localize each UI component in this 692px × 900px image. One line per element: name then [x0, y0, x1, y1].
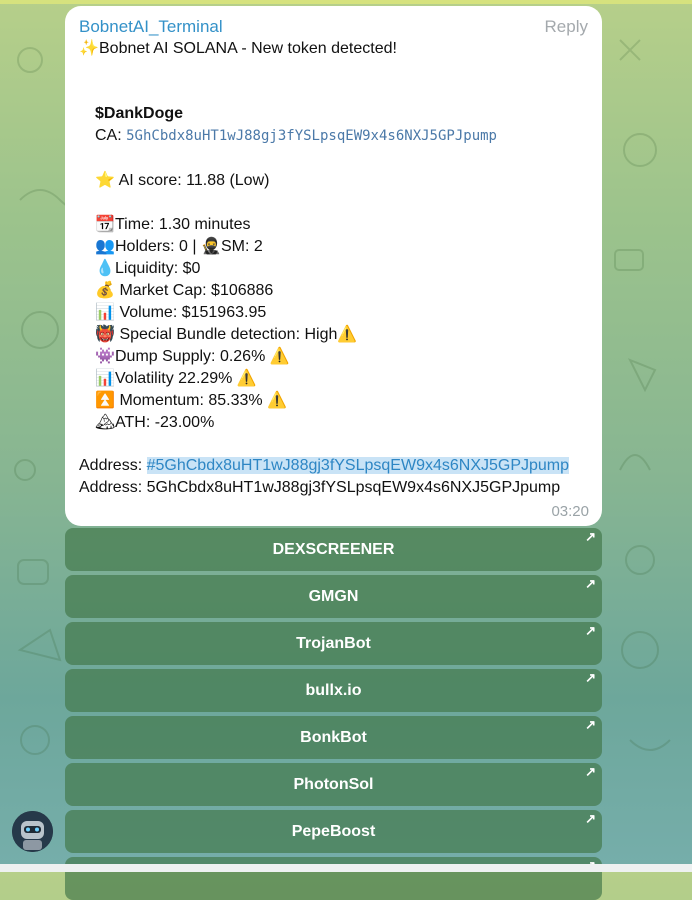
bundle-stat: Special Bundle detection: High [119, 326, 338, 343]
holders-stat: Holders: 0 | [115, 238, 197, 255]
button-label: TrojanBot [296, 635, 371, 652]
trojanbot-button[interactable]: TrojanBot ↗ [65, 622, 602, 665]
external-link-icon: ↗ [585, 623, 596, 638]
ath-stat: ATH: -23.00% [115, 414, 215, 431]
button-label: GMGN [308, 588, 359, 605]
dump-supply-stat: Dump Supply: 0.26% [115, 348, 266, 365]
up-arrow-icon: ⏫ [95, 390, 115, 409]
bundle-line: 👹 Special Bundle detection: High⚠️ [95, 323, 357, 346]
volume-stat: Volume: $151963.95 [119, 304, 267, 321]
bottom-bar [0, 864, 692, 872]
liquidity-line: 💧Liquidity: $0 [95, 257, 200, 280]
alien-monster-icon: 👾 [95, 346, 115, 365]
time-stat: Time: 1.30 minutes [115, 216, 251, 233]
warning-icon: ⚠️ [269, 346, 290, 365]
external-link-icon: ↗ [585, 811, 596, 826]
mountain-icon: 🏔 [95, 412, 116, 431]
holders-line: 👥Holders: 0 | 🥷SM: 2 [95, 235, 263, 258]
reply-button[interactable]: Reply [545, 17, 588, 37]
external-link-icon: ↗ [585, 529, 596, 544]
dump-supply-line: 👾Dump Supply: 0.26% ⚠️ [95, 345, 290, 368]
calendar-icon: 📆 [95, 214, 115, 233]
momentum-line: ⏫ Momentum: 85.33% ⚠️ [95, 389, 287, 412]
external-link-icon: ↗ [585, 670, 596, 685]
photonsol-button[interactable]: PhotonSol ↗ [65, 763, 602, 806]
sender-name[interactable]: BobnetAI_Terminal [79, 17, 223, 37]
star-icon: ⭐ [95, 170, 115, 189]
message-bubble: BobnetAI_Terminal Reply ✨Bobnet AI SOLAN… [65, 6, 602, 526]
headline-line: ✨Bobnet AI SOLANA - New token detected! [79, 37, 397, 60]
sm-stat: SM: 2 [220, 238, 263, 255]
market-cap-line: 💰 Market Cap: $106886 [95, 279, 273, 302]
external-link-icon: ↗ [585, 576, 596, 591]
address-hashtag-link[interactable]: #5GhCbdx8uHT1wJ88gj3fYSLpsqEW9x4s6NXJ5GP… [146, 457, 570, 474]
warning-icon: ⚠️ [236, 368, 257, 387]
ca-label: CA: [95, 127, 122, 144]
ca-line: CA: 5GhCbdx8uHT1wJ88gj3fYSLpsqEW9x4s6NXJ… [95, 125, 497, 147]
bar-chart-icon: 📊 [95, 302, 115, 321]
button-label: PepeBoost [291, 823, 376, 840]
button-label: bullx.io [305, 682, 362, 699]
external-link-icon: ↗ [585, 717, 596, 732]
warning-icon: ⚠️ [267, 390, 288, 409]
sender-avatar[interactable] [12, 811, 53, 852]
bar-chart-icon: 📊 [95, 368, 115, 387]
volatility-stat: Volatility 22.29% [115, 370, 233, 387]
ai-score-line: ⭐ AI score: 11.88 (Low) [95, 169, 269, 192]
address-label: Address: [79, 457, 143, 474]
address-label: Address: [79, 479, 143, 496]
momentum-stat: Momentum: 85.33% [119, 392, 263, 409]
token-name: $DankDoge [95, 105, 184, 122]
gmgn-button[interactable]: GMGN ↗ [65, 575, 602, 618]
moneybag-icon: 💰 [95, 280, 115, 299]
pepeboost-button[interactable]: PepeBoost ↗ [65, 810, 602, 853]
volume-line: 📊 Volume: $151963.95 [95, 301, 266, 324]
bonkbot-button[interactable]: BonkBot ↗ [65, 716, 602, 759]
dexscreener-button[interactable]: DEXSCREENER ↗ [65, 528, 602, 571]
bullx-button[interactable]: bullx.io ↗ [65, 669, 602, 712]
external-link-icon: ↗ [585, 764, 596, 779]
address-hashtag-line: Address: #5GhCbdx8uHT1wJ88gj3fYSLpsqEW9x… [79, 455, 570, 477]
button-label: DEXSCREENER [272, 541, 395, 558]
volatility-line: 📊Volatility 22.29% ⚠️ [95, 367, 257, 390]
sparkles-icon: ✨ [79, 38, 99, 57]
time-line: 📆Time: 1.30 minutes [95, 213, 250, 236]
warning-icon: ⚠️ [337, 324, 358, 343]
robot-avatar-icon [12, 811, 53, 852]
ogre-icon: 👹 [95, 324, 115, 343]
liquidity-stat: Liquidity: $0 [115, 260, 201, 277]
headline: Bobnet AI SOLANA - New token detected! [99, 40, 397, 57]
market-cap-stat: Market Cap: $106886 [119, 282, 274, 299]
message-timestamp: 03:20 [551, 503, 589, 520]
address-plain: 5GhCbdx8uHT1wJ88gj3fYSLpsqEW9x4s6NXJ5GPJ… [146, 479, 561, 496]
button-label: BonkBot [300, 729, 367, 746]
ca-value[interactable]: 5GhCbdx8uHT1wJ88gj3fYSLpsqEW9x4s6NXJ5GPJ… [126, 128, 497, 144]
address-plain-line: Address: 5GhCbdx8uHT1wJ88gj3fYSLpsqEW9x4… [79, 477, 560, 499]
people-icon: 👥 [95, 236, 115, 255]
ninja-icon: 🥷 [201, 236, 221, 255]
button-label: PhotonSol [293, 776, 374, 793]
droplet-icon: 💧 [95, 258, 115, 277]
ai-score: AI score: 11.88 (Low) [118, 172, 270, 189]
ath-line: 🏔ATH: -23.00% [95, 411, 214, 434]
